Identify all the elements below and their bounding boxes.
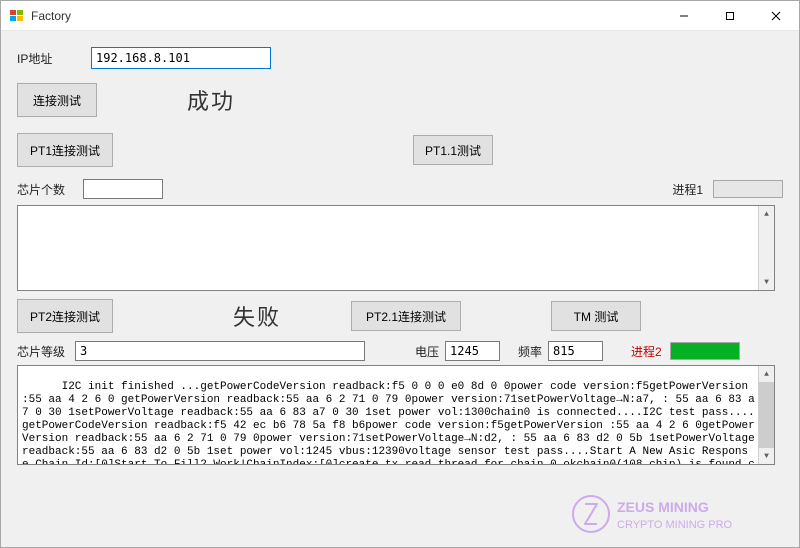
scroll-thumb[interactable] (759, 382, 774, 448)
chip-count-input[interactable] (83, 179, 163, 199)
watermark-brand-top: ZEUS MINING (617, 499, 709, 515)
pt1-1-test-button[interactable]: PT1.1测试 (413, 135, 493, 165)
progress2-label: 进程2 (631, 343, 662, 360)
watermark-brand-bottom: CRYPTO MINING PRO (617, 519, 733, 531)
progress1-bar (713, 180, 783, 198)
scroll-up-icon[interactable]: ▲ (759, 206, 774, 222)
pt2-row: PT2连接测试 失败 PT2.1连接测试 TM 测试 (17, 299, 783, 333)
progress2-fill (671, 343, 739, 359)
titlebar: Factory (1, 1, 799, 31)
voltage-label: 电压 (415, 343, 439, 360)
maximize-button[interactable] (707, 1, 753, 30)
frequency-input[interactable] (548, 341, 603, 361)
window-controls (661, 1, 799, 30)
grade-row: 芯片等级 电压 频率 进程2 (17, 341, 783, 361)
scroll-down-icon[interactable]: ▼ (759, 448, 774, 464)
log2-scrollbar[interactable]: ▲ ▼ (758, 366, 774, 464)
log2-textarea[interactable]: I2C init finished ...getPowerCodeVersion… (17, 365, 775, 465)
app-icon (9, 8, 25, 24)
status-fail: 失败 (233, 300, 281, 332)
chip-count-row: 芯片个数 进程1 (17, 179, 783, 199)
log2-content: I2C init finished ...getPowerCodeVersion… (22, 381, 761, 465)
progress2-bar (670, 342, 740, 360)
ip-row: IP地址 (17, 47, 783, 69)
watermark: ZEUS MINING CRYPTO MINING PRO (569, 490, 779, 541)
progress1-label: 进程1 (672, 181, 703, 198)
ip-label: IP地址 (17, 50, 77, 67)
chip-grade-input[interactable] (75, 341, 365, 361)
pt1-row: PT1连接测试 PT1.1测试 (17, 133, 783, 167)
scroll-down-icon[interactable]: ▼ (759, 274, 774, 290)
status-success: 成功 (187, 84, 235, 116)
close-button[interactable] (753, 1, 799, 30)
window-title: Factory (31, 9, 661, 23)
chip-count-label: 芯片个数 (17, 181, 65, 198)
connect-row: 连接测试 成功 (17, 83, 783, 117)
connect-test-button[interactable]: 连接测试 (17, 83, 97, 117)
pt2-1-connect-test-button[interactable]: PT2.1连接测试 (351, 301, 461, 331)
chip-grade-label: 芯片等级 (17, 343, 65, 360)
pt1-connect-test-button[interactable]: PT1连接测试 (17, 133, 113, 167)
minimize-button[interactable] (661, 1, 707, 30)
client-area: IP地址 连接测试 成功 PT1连接测试 PT1.1测试 芯片个数 进程1 (1, 31, 799, 547)
app-window: Factory IP地址 连接测试 成功 (0, 0, 800, 548)
tm-test-button[interactable]: TM 测试 (551, 301, 641, 331)
voltage-input[interactable] (445, 341, 500, 361)
frequency-label: 频率 (518, 343, 542, 360)
scroll-up-icon[interactable]: ▲ (759, 366, 774, 382)
ip-input[interactable] (91, 47, 271, 69)
log1-textarea[interactable]: ▲ ▼ (17, 205, 775, 291)
pt2-connect-test-button[interactable]: PT2连接测试 (17, 299, 113, 333)
log1-scrollbar[interactable]: ▲ ▼ (758, 206, 774, 290)
